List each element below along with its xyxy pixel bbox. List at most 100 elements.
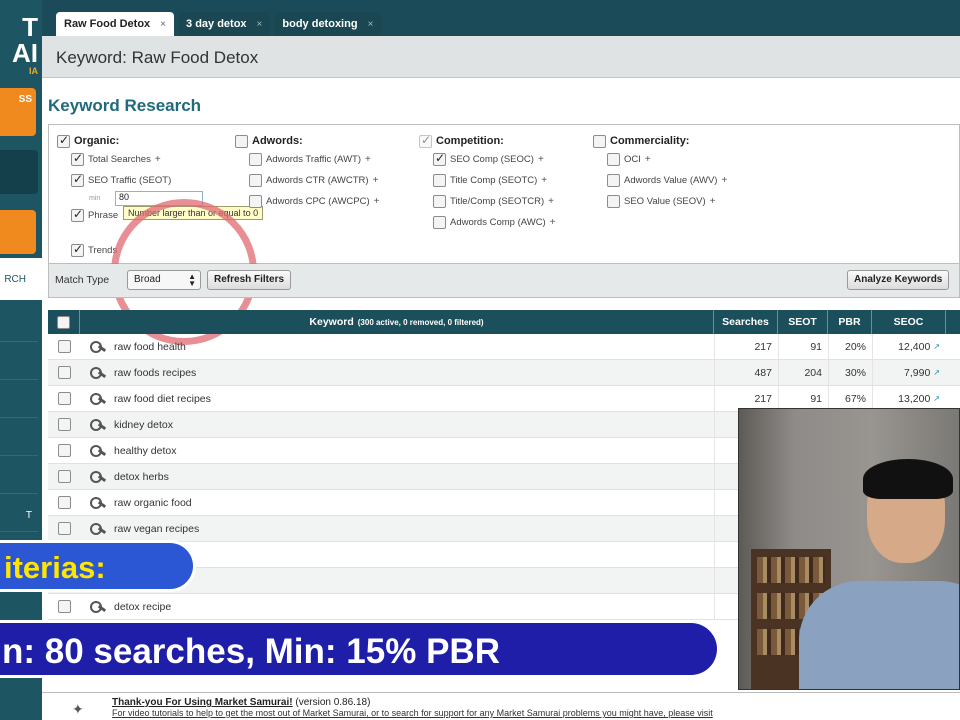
row-checkbox[interactable] [57,496,71,509]
row-searches: 217 [714,334,778,359]
row-checkbox[interactable] [57,600,71,613]
sidebar-item[interactable] [0,420,38,456]
app-logo: T AI IA [0,14,42,84]
external-link-icon[interactable]: ↗ [933,368,940,377]
keyword-count-meta: (300 active, 0 removed, 0 filtered) [357,317,484,327]
seov-checkbox[interactable] [607,195,620,208]
key-icon [90,522,106,535]
total-searches-checkbox[interactable] [71,151,84,166]
filter-item-label: Adwords Comp (AWC) [450,217,546,228]
sidebar-item[interactable] [0,344,38,380]
tab-raw-food-detox[interactable]: Raw Food Detox × [56,12,175,36]
filter-item-awt: Adwords Traffic (AWT) + [249,149,379,170]
column-header-keyword[interactable]: Keyword (300 active, 0 removed, 0 filter… [80,310,714,334]
version-text: (version 0.86.18) [295,697,371,708]
sidebar-item-dark[interactable] [0,150,38,194]
analyze-keywords-button[interactable]: Analyze Keywords [847,270,950,290]
row-keyword: raw food health [114,340,186,353]
adwords-checkbox[interactable] [235,134,248,148]
filter-item-label: Title/Comp (SEOTCR) [450,196,545,207]
plus-icon[interactable]: + [548,196,554,207]
thank-you-link[interactable]: Thank-you For Using Market Samurai! [112,697,293,708]
row-checkbox[interactable] [57,392,71,405]
row-checkbox[interactable] [57,470,71,483]
table-row[interactable]: raw food health 217 91 20% 12,400 ↗ [48,334,960,360]
seot-checkbox[interactable] [71,172,84,187]
row-checkbox[interactable] [57,522,71,535]
seotc-checkbox[interactable] [433,174,446,187]
competition-checkbox[interactable] [419,133,432,148]
plus-icon[interactable]: + [710,196,716,207]
row-checkbox[interactable] [57,366,71,379]
samurai-icon: ✦ [72,701,84,717]
row-keyword: kidney detox [114,418,173,431]
row-seot: 91 [778,334,828,359]
seotcr-checkbox[interactable] [433,195,446,208]
table-row[interactable]: raw foods recipes 487 204 30% 7,990 ↗ [48,360,960,386]
awcpc-checkbox[interactable] [249,195,262,208]
sidebar-item-orange[interactable]: SS [0,88,36,136]
tab-label: Raw Food Detox [64,18,151,30]
oci-checkbox[interactable] [607,153,620,166]
filter-item-label: Title Comp (SEOTC) [450,175,538,186]
column-header-seoc[interactable]: SEOC [872,310,946,334]
plus-icon[interactable]: + [541,175,547,186]
awv-checkbox[interactable] [607,174,620,187]
row-keyword: raw food diet recipes [114,392,211,405]
phrase-checkbox[interactable] [71,207,84,222]
refresh-filters-button[interactable]: Refresh Filters [207,270,292,290]
close-icon[interactable]: × [257,19,263,30]
plus-icon[interactable]: + [374,196,380,207]
awc-checkbox[interactable] [433,216,446,229]
filter-item-awctr: Adwords CTR (AWCTR) + [249,170,379,191]
row-seoc-value: 7,990 [904,366,931,379]
plus-icon[interactable]: + [721,175,727,186]
plus-icon[interactable]: + [155,154,161,165]
row-checkbox[interactable] [57,340,71,353]
awctr-checkbox[interactable] [249,174,262,187]
filter-group-header: Organic: [57,133,171,149]
seoc-checkbox[interactable] [433,151,446,166]
column-header-pbr[interactable]: PBR [828,310,872,334]
row-seoc: 7,990 ↗ [872,360,946,385]
tab-body-detoxing[interactable]: body detoxing × [274,12,382,36]
column-header-searches[interactable]: Searches [714,310,778,334]
filter-group-header: Commerciality: [593,133,727,149]
sidebar-item[interactable] [0,382,38,418]
external-link-icon[interactable]: ↗ [933,394,940,403]
plus-icon[interactable]: + [373,175,379,186]
trends-checkbox[interactable] [71,242,84,257]
webcam-person-hair [863,459,953,499]
close-icon[interactable]: × [160,19,166,30]
sidebar-item-t[interactable]: T [0,496,38,532]
match-type-label: Match Type [55,274,110,286]
plus-icon[interactable]: + [550,217,556,228]
match-type-select[interactable]: Broad ▲ ▼ [127,270,201,290]
plus-icon[interactable]: + [645,154,651,165]
plus-icon[interactable]: + [365,154,371,165]
key-icon [90,418,106,431]
table-header: Keyword (300 active, 0 removed, 0 filter… [48,310,960,334]
row-seot: 204 [778,360,828,385]
organic-checkbox[interactable] [57,133,70,148]
row-checkbox[interactable] [57,418,71,431]
sidebar-item[interactable] [0,306,38,342]
plus-icon[interactable]: + [538,154,544,165]
tab-3-day-detox[interactable]: 3 day detox × [178,12,271,36]
sidebar-item-research[interactable]: RCH [0,258,42,300]
row-checkbox[interactable] [57,444,71,457]
column-header-seot[interactable]: SEOT [778,310,828,334]
commerciality-checkbox[interactable] [593,134,606,148]
awt-checkbox[interactable] [249,153,262,166]
row-keyword: raw foods recipes [114,366,197,379]
filter-item-awc: Adwords Comp (AWC) + [433,212,556,233]
close-icon[interactable]: × [368,19,374,30]
select-all-cell [48,310,80,334]
select-all-checkbox[interactable] [57,315,70,329]
sidebar-item[interactable] [0,458,38,494]
filter-group-commerciality: Commerciality: OCI + Adwords Value (AWV)… [593,133,727,212]
filter-item-seov: SEO Value (SEOV) + [607,191,727,212]
sidebar-item-research-label: RCH [4,274,26,285]
sidebar-item-orange-2[interactable] [0,210,36,254]
external-link-icon[interactable]: ↗ [933,342,940,351]
